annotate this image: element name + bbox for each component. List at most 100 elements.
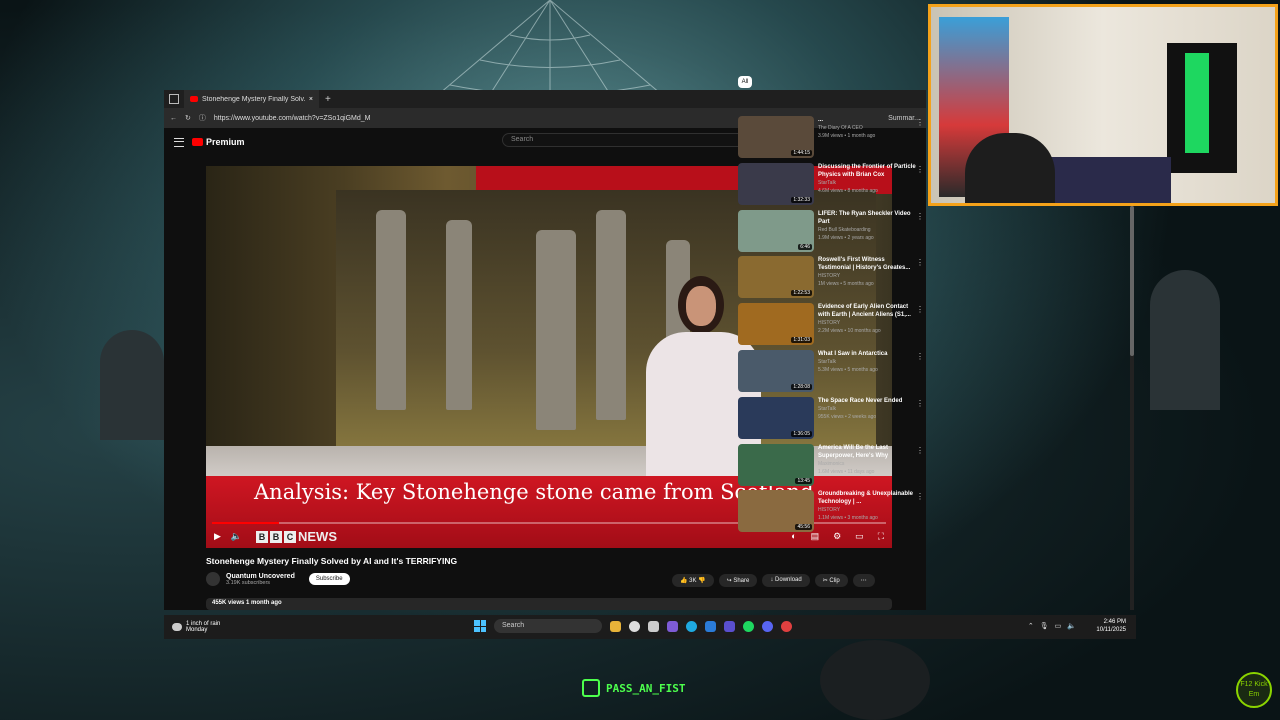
video-title: Stonehenge Mystery Finally Solved by AI … (206, 556, 458, 566)
video-thumbnail[interactable]: 13:45 (738, 443, 814, 486)
info-icon[interactable]: ⓘ (199, 113, 206, 123)
recommended-channel: HISTORY (818, 507, 841, 514)
chevron-up-icon[interactable]: ⌃ (1028, 622, 1034, 630)
photos-icon[interactable] (724, 620, 735, 632)
discord-icon[interactable] (762, 620, 773, 632)
play-icon[interactable]: ▶ (214, 531, 221, 542)
recommended-title[interactable]: Roswell's First Witness Testimonial | Hi… (818, 256, 918, 272)
more-options-icon[interactable]: ⋮ (916, 399, 924, 408)
tab-close-icon[interactable]: × (309, 96, 313, 103)
video-thumbnail[interactable]: 1:28:08 (738, 350, 814, 392)
recommended-meta: 5.3M views • 5 months ago (818, 367, 878, 373)
more-options-icon[interactable]: ⋮ (916, 212, 924, 221)
clock[interactable]: 2:46 PM 10/11/2025 (1096, 618, 1126, 634)
pin-app-icon[interactable] (629, 620, 640, 632)
filter-chip-all[interactable]: All (738, 76, 752, 88)
new-tab-button[interactable]: + (325, 94, 331, 105)
streamer-name: PASS_AN_FIST (606, 681, 686, 695)
calendar-icon[interactable] (648, 620, 659, 632)
recommended-title[interactable]: Groundbreaking & Unexplainable Technolog… (818, 490, 918, 506)
gaming-chair (965, 133, 1055, 203)
more-options-icon[interactable]: ⋮ (916, 165, 924, 174)
taskbar-search[interactable]: Search (494, 619, 602, 633)
weather-widget[interactable]: 1 inch of rain Monday (172, 621, 220, 633)
recommended-meta: 2.2M views • 10 months ago (818, 328, 881, 335)
thumbs-up-icon: 👍 (680, 578, 690, 584)
recommended-meta: 1.9M views • 2 years ago (818, 234, 874, 241)
recommended-video[interactable]: 1:28:08 What I Saw in Antarctica StarTalk 5… (736, 350, 936, 394)
recommended-channel: HISTORY (818, 273, 841, 280)
description-box[interactable]: 455K views 1 month ago (206, 598, 892, 610)
more-options-icon[interactable]: ⋮ (916, 492, 924, 501)
gravestone-right (1150, 270, 1220, 410)
youtube-logo[interactable]: Premium (192, 137, 245, 147)
reload-icon[interactable]: ↻ (185, 114, 191, 122)
clock-time: 2:46 PM (1103, 619, 1126, 625)
recommended-video[interactable]: 13:45 America Will Be the Last Superpower… (736, 443, 936, 488)
recommended-video[interactable]: 1:36:05 The Space Race Never Ended StarTal… (736, 396, 936, 441)
more-options-icon[interactable]: ⋮ (916, 118, 924, 127)
video-thumbnail[interactable]: 45:56 (738, 490, 814, 533)
speaker-icon[interactable]: 🔈 (1067, 622, 1076, 630)
channel-badge: F12 Kick Em (1236, 672, 1272, 708)
clip-button[interactable]: ✂ Clip (814, 574, 848, 587)
recommended-channel: HISTORY (818, 320, 841, 327)
video-thumbnail[interactable]: 1:36:05 (738, 396, 814, 439)
recommended-video[interactable]: 45:56 Groundbreaking & Unexplainable Tech… (736, 490, 936, 534)
recommended-video[interactable]: 1:32:33 Discussing the Frontier of Partic… (736, 162, 936, 207)
windows-start-icon[interactable] (474, 620, 486, 632)
recommended-title[interactable]: What I Saw in Antarctica (818, 350, 918, 358)
share-button[interactable]: ↪ Share (718, 574, 758, 587)
like-button[interactable]: 👍 3K 👎 (672, 574, 714, 587)
recommended-video[interactable]: 6:46 LIFER: The Ryan Sheckler Video Part R… (736, 209, 936, 254)
video-duration: 1:31:03 (791, 337, 812, 344)
video-thumbnail[interactable]: 1:32:33 (738, 162, 814, 205)
system-tray: ⌃ 🎙 ▭ 🔈 (1028, 622, 1076, 630)
recommended-title[interactable]: Evidence of Early Alien Contact with Ear… (818, 303, 918, 319)
sidebar-scrollbar[interactable] (1130, 200, 1134, 610)
recommended-title[interactable]: ... (818, 116, 918, 124)
window-menu-icon[interactable] (169, 94, 179, 104)
video-thumbnail[interactable]: 1:31:03 (738, 303, 814, 346)
network-icon[interactable]: ▭ (1055, 622, 1062, 630)
streamer-tag: PASS_AN_FIST (582, 679, 685, 697)
gravestone-left (100, 330, 164, 440)
recommended-meta: 1M views • 5 months ago (818, 281, 874, 288)
recommended-title[interactable]: America Will Be the Last Superpower, Her… (818, 444, 918, 460)
file-explorer-icon[interactable] (610, 620, 621, 632)
outlook-icon[interactable] (705, 620, 716, 632)
more-options-icon[interactable]: ⋮ (916, 446, 924, 455)
channel-avatar[interactable] (206, 572, 220, 586)
browser-tab[interactable]: Stonehenge Mystery Finally Solv... × (184, 90, 319, 108)
more-options-icon[interactable]: ⋮ (916, 305, 924, 314)
back-icon[interactable]: ← (170, 115, 177, 122)
youtube-logo-text: Premium (206, 137, 245, 147)
recommended-video[interactable]: 1:44:15... The Diary Of A CEO 3.9M views •… (736, 116, 936, 160)
thumbs-down-icon[interactable]: 👎 (698, 578, 705, 584)
video-thumbnail[interactable]: 1:44:15 (738, 116, 814, 158)
teams-icon[interactable] (667, 620, 678, 632)
search-input[interactable]: Search (502, 133, 746, 147)
video-thumbnail[interactable]: 1:22:53 (738, 256, 814, 299)
edge-browser-icon[interactable] (686, 620, 697, 632)
video-duration: 45:56 (795, 524, 812, 531)
recommended-video[interactable]: 1:31:03 Evidence of Early Alien Contact w… (736, 303, 936, 347)
download-button[interactable]: ↓ Download (762, 574, 810, 587)
more-actions-icon[interactable]: ⋯ (852, 574, 875, 587)
menu-icon[interactable] (174, 137, 184, 147)
recommended-channel: StarTalk (818, 359, 837, 365)
recommended-video[interactable]: 1:22:53 Roswell's First Witness Testimoni… (736, 256, 936, 300)
microphone-tray-icon[interactable]: 🎙 (1040, 622, 1049, 630)
more-options-icon[interactable]: ⋮ (916, 258, 924, 267)
recommended-title[interactable]: Discussing the Frontier of Particle Phys… (818, 163, 918, 179)
more-options-icon[interactable]: ⋮ (916, 352, 924, 361)
video-thumbnail[interactable]: 6:46 (738, 209, 814, 252)
subscribe-button[interactable]: Subscribe (308, 573, 350, 585)
spotify-icon[interactable] (743, 620, 754, 632)
volume-icon[interactable]: 🔈 (231, 531, 242, 542)
recommended-title[interactable]: The Space Race Never Ended (818, 397, 918, 405)
kick-flag (1167, 43, 1237, 173)
recommended-title[interactable]: LIFER: The Ryan Sheckler Video Part (818, 210, 918, 226)
obs-icon[interactable] (781, 620, 792, 632)
channel-name[interactable]: Quantum Uncovered (226, 573, 295, 580)
